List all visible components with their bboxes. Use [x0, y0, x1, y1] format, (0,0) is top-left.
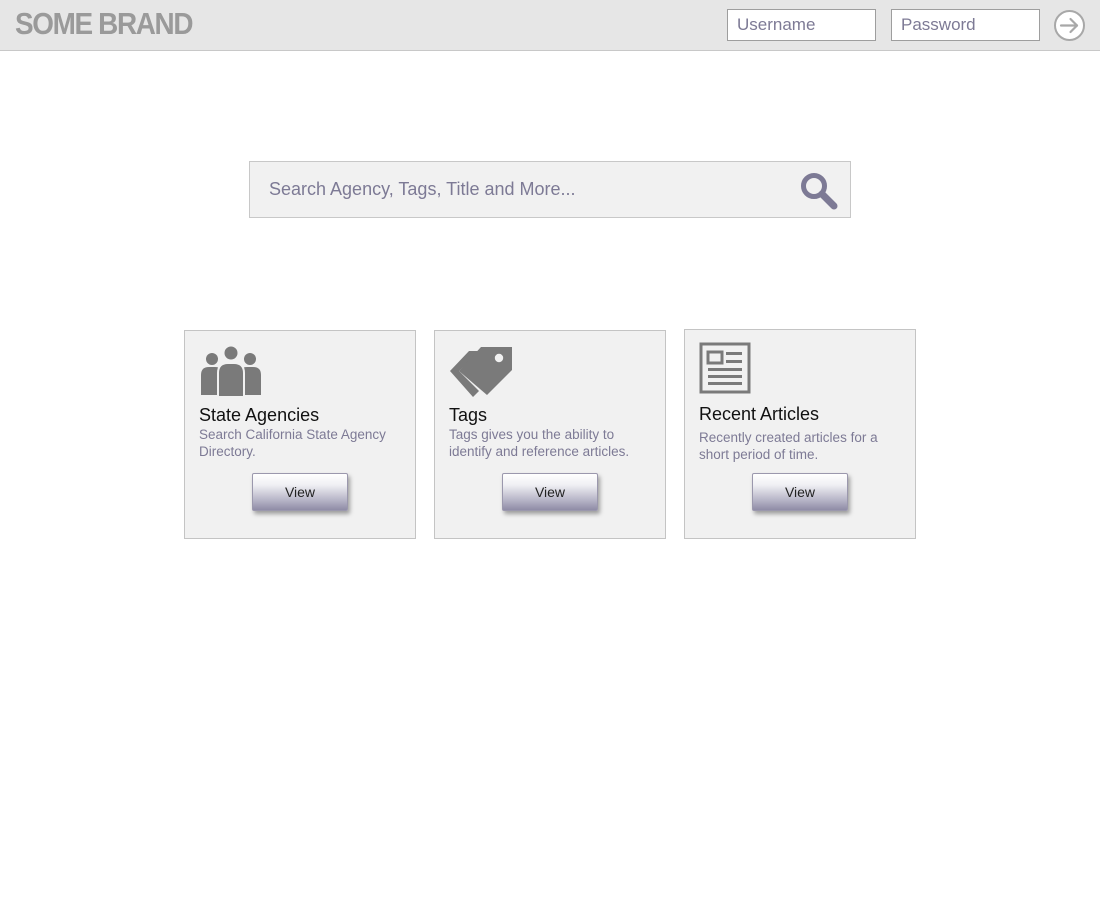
- card-state-agencies: State Agencies Search California State A…: [184, 330, 416, 539]
- card-description: Recently created articles for a short pe…: [699, 430, 878, 462]
- top-bar: SOME BRAND: [0, 0, 1100, 51]
- search-input[interactable]: [250, 162, 790, 217]
- search-bar: [249, 161, 851, 218]
- arrow-right-circle-icon: [1054, 10, 1085, 41]
- login-submit-button[interactable]: [1053, 9, 1086, 42]
- view-state-agencies-button[interactable]: View: [252, 473, 348, 511]
- view-tags-button[interactable]: View: [502, 473, 598, 511]
- card-title: State Agencies: [199, 405, 320, 425]
- card-title: Recent Articles: [699, 404, 820, 424]
- card-description: Search California State Agency Directory…: [199, 427, 386, 459]
- brand-logo[interactable]: SOME BRAND: [15, 6, 194, 42]
- card-tags: Tags Tags gives you the ability to ident…: [434, 330, 666, 539]
- newspaper-icon: [699, 342, 751, 394]
- tags-icon: [450, 347, 512, 397]
- view-recent-articles-button[interactable]: View: [752, 473, 848, 511]
- card-title: Tags: [449, 405, 488, 425]
- username-input[interactable]: [727, 9, 876, 41]
- people-group-icon: [201, 344, 261, 398]
- password-input[interactable]: [891, 9, 1040, 41]
- search-icon[interactable]: [798, 170, 840, 212]
- card-recent-articles: Recent Articles Recently created article…: [684, 329, 916, 539]
- card-description: Tags gives you the ability to identify a…: [449, 427, 630, 459]
